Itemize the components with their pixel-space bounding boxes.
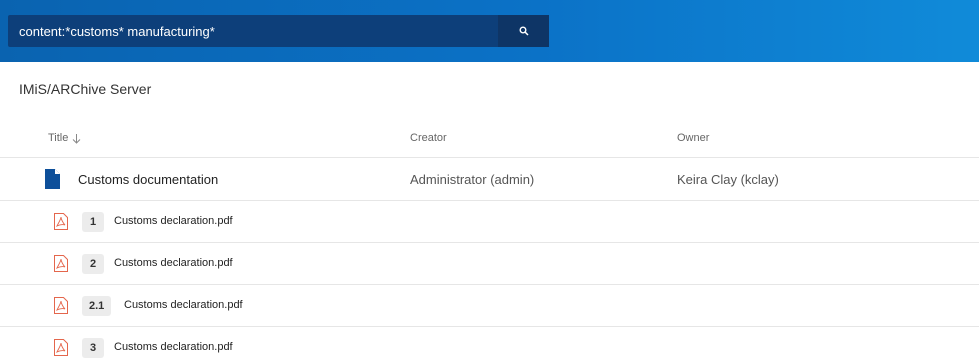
version-badge: 2 bbox=[82, 254, 104, 274]
table-row[interactable]: Customs documentation Administrator (adm… bbox=[0, 159, 979, 200]
pdf-icon bbox=[54, 297, 68, 314]
row-creator: Administrator (admin) bbox=[410, 172, 535, 187]
search-input[interactable] bbox=[8, 15, 490, 47]
search-box bbox=[8, 15, 549, 47]
pdf-icon bbox=[54, 339, 68, 356]
breadcrumb[interactable]: IMiS/ARChive Server bbox=[19, 81, 151, 97]
file-name: Customs declaration.pdf bbox=[124, 299, 243, 311]
table-row[interactable]: 3 Customs declaration.pdf bbox=[0, 327, 979, 358]
column-header-creator[interactable]: Creator bbox=[410, 132, 447, 144]
version-badge: 1 bbox=[82, 212, 104, 232]
table-row[interactable]: 2.1 Customs declaration.pdf bbox=[0, 285, 979, 326]
divider bbox=[0, 157, 979, 158]
file-name: Customs declaration.pdf bbox=[114, 341, 233, 353]
file-name: Customs declaration.pdf bbox=[114, 215, 233, 227]
search-button[interactable] bbox=[498, 15, 549, 47]
column-header-title-label: Title bbox=[48, 132, 69, 144]
version-badge: 3 bbox=[82, 338, 104, 358]
row-title: Customs documentation bbox=[78, 172, 219, 187]
table-row[interactable]: 1 Customs declaration.pdf bbox=[0, 201, 979, 242]
column-header-title[interactable]: Title bbox=[48, 132, 81, 144]
column-header-owner[interactable]: Owner bbox=[677, 132, 709, 144]
table-row[interactable]: 2 Customs declaration.pdf bbox=[0, 243, 979, 284]
pdf-icon bbox=[54, 255, 68, 272]
file-name: Customs declaration.pdf bbox=[114, 257, 233, 269]
pdf-icon bbox=[54, 213, 68, 230]
top-bar bbox=[0, 0, 979, 62]
version-badge: 2.1 bbox=[82, 296, 112, 316]
row-owner: Keira Clay (kclay) bbox=[677, 172, 779, 187]
arrow-down-icon bbox=[73, 133, 81, 144]
search-icon bbox=[519, 26, 529, 36]
document-icon bbox=[45, 169, 60, 189]
